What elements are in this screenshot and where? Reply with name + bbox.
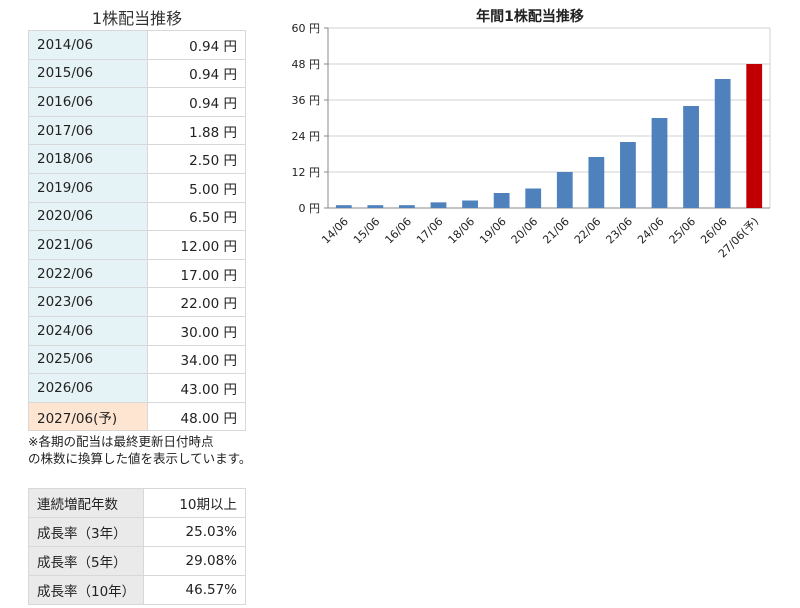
dividend-value: 0.94 円 <box>147 87 246 117</box>
dividend-value: 1.88 円 <box>147 115 246 146</box>
growth-value: 46.57% <box>143 574 246 605</box>
dividend-value: 2.50 円 <box>147 144 246 174</box>
growth-row: 成長率（5年） 29.08% <box>28 545 246 576</box>
bar <box>493 193 510 208</box>
dividend-row: 2025/06 34.00 円 <box>28 344 246 375</box>
y-tick-label: 36 円 <box>292 94 321 107</box>
bar <box>651 118 668 208</box>
x-tick-label: 18/06 <box>446 215 478 247</box>
bar <box>588 157 605 208</box>
dividend-value: 34.00 円 <box>147 344 246 375</box>
dividend-period: 2027/06(予) <box>28 401 148 432</box>
y-tick-label: 60 円 <box>292 22 321 35</box>
growth-row: 成長率（3年） 25.03% <box>28 517 246 547</box>
dividend-row: 2022/06 17.00 円 <box>28 258 246 289</box>
dividend-period: 2025/06 <box>28 344 148 375</box>
dividend-period: 2015/06 <box>28 58 148 89</box>
dividend-chart: 年間1株配当推移 0 円 12 円 24 円 36 円 48 円 60 円 14/06 15/… <box>260 0 800 290</box>
dividend-table-title: 1株配当推移 <box>91 9 183 28</box>
dividend-period: 2022/06 <box>28 258 148 289</box>
y-tick-label: 0 円 <box>299 202 321 215</box>
bar <box>525 188 542 208</box>
dividend-value: 0.94 円 <box>147 30 246 60</box>
chart-title: 年間1株配当推移 <box>476 8 584 25</box>
bar <box>335 205 352 208</box>
dividend-value: 22.00 円 <box>147 287 246 317</box>
dividend-row: 2027/06(予) 48.00 円 <box>28 401 246 432</box>
growth-value: 29.08% <box>143 545 246 576</box>
dividend-row: 2017/06 1.88 円 <box>28 115 246 146</box>
x-tick-label: 14/06 <box>319 215 351 247</box>
dividend-period: 2018/06 <box>28 144 148 174</box>
growth-label: 成長率（3年） <box>28 517 144 547</box>
dividend-row: 2016/06 0.94 円 <box>28 87 246 117</box>
dividend-row: 2026/06 43.00 円 <box>28 373 246 403</box>
dividend-row: 2023/06 22.00 円 <box>28 287 246 317</box>
growth-row: 成長率（10年） 46.57% <box>28 574 246 605</box>
bar <box>746 64 763 208</box>
dividend-value: 0.94 円 <box>147 58 246 89</box>
y-tick-label: 24 円 <box>292 130 321 143</box>
x-tick-label: 15/06 <box>351 215 383 247</box>
dividend-value: 43.00 円 <box>147 373 246 403</box>
dividend-period: 2026/06 <box>28 373 148 403</box>
growth-row: 連続増配年数 10期以上 <box>28 488 246 519</box>
bar <box>556 172 573 208</box>
left-panel: 1株配当推移 2014/06 0.94 円 2015/06 0.94 円 2016/06… <box>28 0 252 605</box>
dividend-period: 2021/06 <box>28 230 148 260</box>
dividend-row: 2015/06 0.94 円 <box>28 58 246 89</box>
dividend-period: 2014/06 <box>28 30 148 60</box>
chart-svg: 年間1株配当推移 0 円 12 円 24 円 36 円 48 円 60 円 14/06 15/… <box>292 8 771 260</box>
x-tick-label: 20/06 <box>509 215 541 247</box>
dividend-note: ※各期の配当は最終更新日付時点 の株数に換算した値を表示しています。 <box>28 433 252 467</box>
bar <box>367 205 384 208</box>
dividend-value: 30.00 円 <box>147 315 246 346</box>
dividend-row: 2021/06 12.00 円 <box>28 230 246 260</box>
y-tick-label: 12 円 <box>292 166 321 179</box>
bar <box>714 79 731 208</box>
bar <box>430 202 447 208</box>
x-tick-label: 21/06 <box>540 215 572 247</box>
x-tick-label: 19/06 <box>477 215 509 247</box>
dividend-value: 6.50 円 <box>147 201 246 232</box>
growth-table: 連続増配年数 10期以上 成長率（3年） 25.03% 成長率（5年） 29.08% 成長率… <box>28 488 246 605</box>
bar <box>399 205 415 208</box>
dividend-table: 2014/06 0.94 円 2015/06 0.94 円 2016/06 0.94 円2… <box>28 30 246 432</box>
x-tick-label: 24/06 <box>635 215 667 247</box>
note-line-1: ※各期の配当は最終更新日付時点 <box>28 434 214 450</box>
dividend-period: 2024/06 <box>28 315 148 346</box>
x-tick-label: 16/06 <box>382 215 414 247</box>
growth-value: 10期以上 <box>143 488 246 519</box>
x-tick-label: 23/06 <box>603 215 635 247</box>
growth-label: 連続増配年数 <box>28 488 144 519</box>
bar <box>620 142 636 208</box>
growth-label: 成長率（5年） <box>28 545 144 576</box>
dividend-row: 2024/06 30.00 円 <box>28 315 246 346</box>
dividend-period: 2019/06 <box>28 172 148 203</box>
dividend-value: 5.00 円 <box>147 172 246 203</box>
x-tick-label: 25/06 <box>667 215 699 247</box>
dividend-value: 12.00 円 <box>147 230 246 260</box>
dividend-value: 48.00 円 <box>147 401 246 432</box>
dividend-value: 17.00 円 <box>147 258 246 289</box>
dividend-row: 2014/06 0.94 円 <box>28 30 246 60</box>
dividend-row: 2018/06 2.50 円 <box>28 144 246 174</box>
dividend-period: 2017/06 <box>28 115 148 146</box>
bar <box>683 106 699 208</box>
x-tick-label: 17/06 <box>414 215 446 247</box>
y-tick-label: 48 円 <box>292 58 321 71</box>
dividend-row: 2020/06 6.50 円 <box>28 201 246 232</box>
note-line-2: の株数に換算した値を表示しています。 <box>28 451 252 467</box>
bar <box>462 200 478 208</box>
x-tick-label: 22/06 <box>572 215 604 247</box>
dividend-period: 2020/06 <box>28 201 148 232</box>
dividend-row: 2019/06 5.00 円 <box>28 172 246 203</box>
dividend-period: 2016/06 <box>28 87 148 117</box>
dividend-period: 2023/06 <box>28 287 148 317</box>
growth-label: 成長率（10年） <box>28 574 144 605</box>
growth-value: 25.03% <box>143 517 246 547</box>
